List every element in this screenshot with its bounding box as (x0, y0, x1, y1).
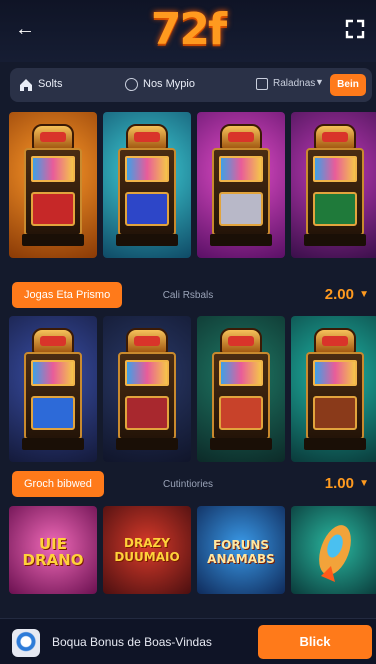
game-title-art: UIE DRANO (22, 535, 84, 569)
game-tile[interactable] (103, 316, 191, 462)
slot-machine-icon (210, 124, 272, 246)
game-tile[interactable]: UIE DRANO (9, 506, 97, 594)
section-header-2: Groch bibwed Cutintiories 1.00 ▼ (0, 471, 376, 501)
game-tile[interactable] (291, 112, 376, 258)
bottom-bar: Boqua Bonus de Boas-Vindas Blick (0, 618, 376, 664)
square-icon (256, 78, 268, 90)
slot-machine-icon (304, 328, 366, 450)
section-subtitle: Cutintiories (162, 479, 214, 490)
slot-machine-icon (22, 124, 84, 246)
slot-machine-icon (304, 124, 366, 246)
grid-menu-icon[interactable] (340, 14, 370, 44)
slot-machine-icon (210, 328, 272, 450)
game-tile[interactable] (291, 316, 376, 462)
section-header-1: Jogas Eta Prismo Cali Rsbals 2.00 ▼ (0, 282, 376, 312)
game-tile[interactable] (197, 112, 285, 258)
game-title-art: DRAZY DUUMAIO (114, 536, 180, 564)
slot-row-2 (0, 316, 376, 464)
chevron-down-icon[interactable]: ▼ (359, 289, 369, 300)
chevron-down-icon[interactable]: ▼ (359, 478, 369, 489)
game-title-art: FORUNS ANAMABS (207, 538, 275, 566)
slot-machine-icon (116, 328, 178, 450)
chevron-down-icon[interactable]: ▼ (315, 77, 324, 87)
section-subtitle: Cali Rsbals (162, 290, 214, 301)
game-tile[interactable]: DRAZY DUUMAIO (103, 506, 191, 594)
slot-machine-icon (22, 328, 84, 450)
section-value[interactable]: 1.00 (325, 475, 354, 492)
bonus-text: Boqua Bonus de Boas-Vindas (52, 635, 212, 649)
slot-row-1 (0, 112, 376, 260)
game-tile[interactable] (103, 112, 191, 258)
game-tile[interactable] (291, 506, 376, 594)
slot-machine-icon (116, 124, 178, 246)
game-tile[interactable]: FORUNS ANAMABS (197, 506, 285, 594)
rocket-icon (319, 525, 351, 582)
dropdown-label[interactable]: Raladnas (273, 78, 315, 89)
home-icon[interactable] (18, 77, 34, 93)
app-logo: 72f (150, 4, 227, 55)
middle-filter[interactable]: Nos Mypio (143, 78, 195, 90)
bonus-app-icon (12, 629, 40, 657)
filter-button[interactable]: Bein (330, 74, 366, 96)
top-bar: ← 72f (0, 0, 376, 62)
game-tile[interactable] (9, 316, 97, 462)
game-tile[interactable] (9, 112, 97, 258)
game-art-row: UIE DRANO DRAZY DUUMAIO FORUNS ANAMABS (0, 506, 376, 602)
cta-button[interactable]: Blick (258, 625, 372, 659)
globe-icon (125, 78, 138, 91)
section-value[interactable]: 2.00 (325, 286, 354, 303)
game-tile[interactable] (197, 316, 285, 462)
home-label[interactable]: Solts (38, 78, 62, 90)
filter-bar: Solts Nos Mypio Raladnas ▼ Bein (10, 68, 372, 102)
